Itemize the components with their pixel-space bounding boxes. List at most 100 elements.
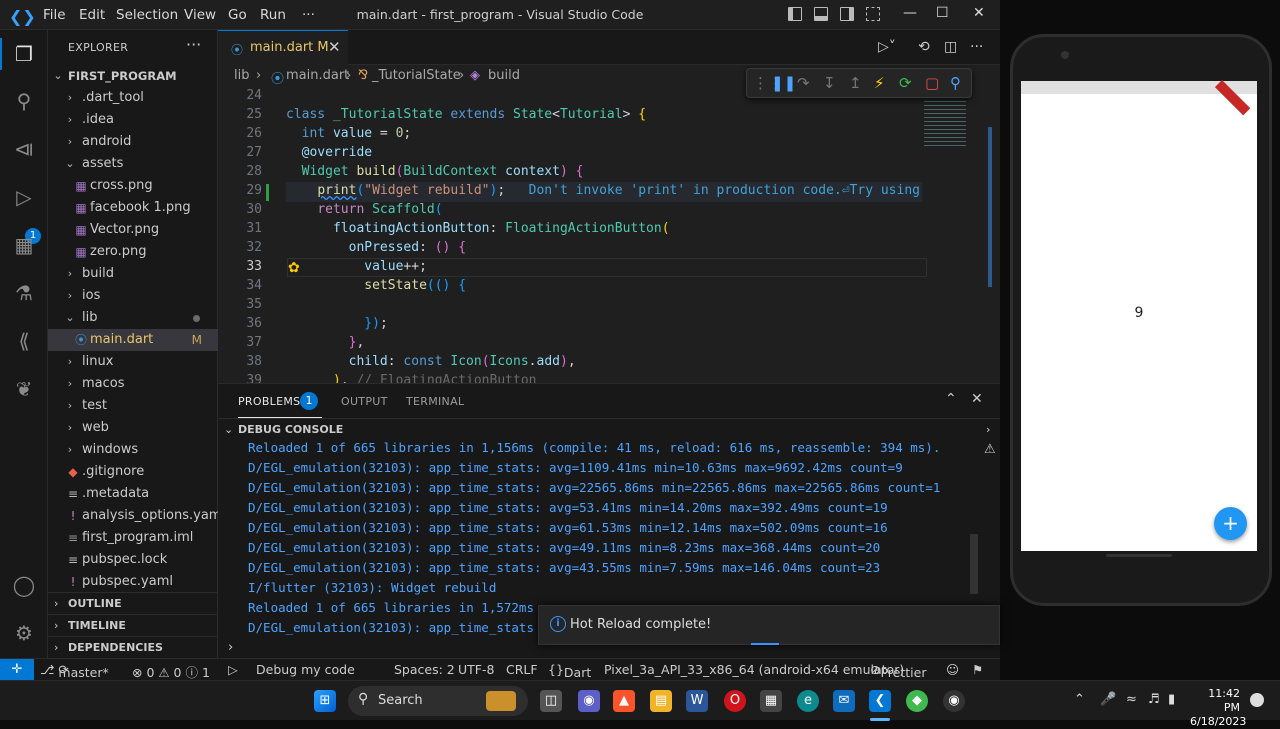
debug-console-header[interactable]: ⌄ DEBUG CONSOLE › [218,418,1000,440]
outline-section[interactable]: › OUTLINE [48,592,218,614]
tree-item[interactable]: ⌄ assets [48,153,218,175]
testing-icon[interactable]: ⚗ [11,280,37,306]
tree-item[interactable]: ◆ .gitignore [48,461,218,483]
run-file-icon[interactable]: ▷˅ [878,39,896,55]
run-debug-icon[interactable]: ▷ [11,184,37,210]
tree-item[interactable]: ▦ zero.png [48,241,218,263]
toggle-secondary-sidebar-icon[interactable] [840,7,854,21]
toggle-panel-icon[interactable] [814,7,828,21]
add-fab-button[interactable]: + [1214,507,1247,540]
tree-item[interactable]: ▦ facebook 1.png [48,197,218,219]
vscode-taskbar-icon[interactable]: ❮ [869,690,891,712]
step-out-icon[interactable]: ↥ [849,74,862,92]
crumb-main-dart[interactable]: main.dart [286,68,349,83]
store-icon[interactable]: ▦ [760,690,782,712]
dependencies-section[interactable]: › DEPENDENCIES [48,636,218,658]
prettier-status[interactable]: ⊘ Prettier [870,662,926,680]
project-root[interactable]: ⌄ FIRST_PROGRAM [48,65,218,87]
maximize-panel-icon[interactable]: ⌃ [945,391,957,407]
pause-icon[interactable]: ❚❚ [771,74,796,92]
code-editor[interactable]: 24 25 26 27 28 29 30 31 32 33 34 35 36 37 38 39 ✿ class… [218,87,1000,383]
windows-start-icon[interactable]: ⊞ [314,690,336,712]
minimize-icon[interactable]: — [903,5,917,21]
remote-indicator-icon[interactable]: ✛ [0,659,34,681]
console-scrollbar[interactable] [970,534,978,594]
devtools-icon[interactable]: ⚲ [950,74,961,92]
mongodb-leaf-icon[interactable]: ❦ [11,376,37,402]
line-endings[interactable]: CRLF [506,662,538,677]
tray-overflow-icon[interactable]: ⌃ [1074,692,1085,707]
branch-indicator[interactable]: ⎇ master* ⟳ [40,662,109,680]
microphone-icon[interactable]: 🎤 [1100,692,1116,707]
maximize-icon[interactable]: ☐ [936,5,949,21]
hot-reload-icon[interactable]: ⚡ [874,74,885,92]
split-editor-icon[interactable]: ◫ [944,39,957,55]
timeline-section[interactable]: › TIMELINE [48,614,218,636]
android-studio-icon[interactable]: ◆ [906,690,928,712]
notification-center-icon[interactable] [1250,693,1264,707]
brave-icon[interactable]: ▲ [613,690,635,712]
problems-indicator[interactable]: ⊗ 0 ⚠ 0 ⓘ 1 [132,662,210,681]
tree-item[interactable]: ⦿ main.dart M [48,329,218,351]
tab-problems[interactable]: PROBLEMS [238,395,300,408]
opera-icon[interactable]: O [724,690,746,712]
close-window-icon[interactable]: ✕ [973,5,985,21]
tab-terminal[interactable]: TERMINAL [406,395,464,408]
word-icon[interactable]: W [686,690,708,712]
tree-item[interactable]: ≡ .metadata [48,483,218,505]
task-view-icon[interactable]: ◫ [540,690,562,712]
tree-item[interactable]: ! pubspec.yaml [48,571,218,593]
mail-icon[interactable]: ✉ [833,690,855,712]
teams-icon[interactable]: ◉ [578,690,600,712]
source-control-icon[interactable]: ⧏ [11,136,37,162]
tree-item[interactable]: ▦ cross.png [48,175,218,197]
tree-item[interactable]: ≡ first_program.iml [48,527,218,549]
tab-main-dart[interactable]: ⦿ main.dart M ✕ [218,30,348,65]
accounts-icon[interactable]: ◯ [11,572,37,598]
tree-item[interactable]: › ios [48,285,218,307]
wifi-icon[interactable]: ≈ [1126,692,1137,707]
crumb-lib[interactable]: lib [234,68,249,83]
warning-filter-icon[interactable]: ⚠ [984,442,996,457]
flutter-icon[interactable]: ⟪ [11,328,37,354]
step-over-icon[interactable]: ↷ [797,74,810,92]
close-panel-icon[interactable]: ✕ [971,391,983,407]
explorer-icon[interactable]: ❐ [11,41,37,67]
tree-item[interactable]: › web [48,417,218,439]
battery-icon[interactable]: ▮ [1168,692,1175,707]
edge-icon[interactable]: e [797,690,819,712]
tree-item[interactable]: › .dart_tool [48,87,218,109]
step-into-icon[interactable]: ↧ [823,74,836,92]
volume-icon[interactable]: ♬ [1148,692,1160,707]
tab-output[interactable]: OUTPUT [341,395,388,408]
language-mode[interactable]: {} Dart [548,662,591,680]
file-explorer-icon[interactable]: ▤ [650,690,672,712]
encoding[interactable]: UTF-8 [458,662,494,677]
minimap[interactable] [924,97,966,147]
notifications-bell-icon[interactable]: ⚑ [972,662,983,677]
editor-more-icon[interactable]: ··· [970,39,983,55]
indentation[interactable]: Spaces: 2 [394,662,455,677]
crumb-class[interactable]: _TutorialState [372,68,461,83]
settings-gear-icon[interactable]: ⚙ [11,620,37,646]
explorer-more-icon[interactable]: ··· [186,35,201,54]
stop-icon[interactable]: ▢ [925,74,939,92]
obs-icon[interactable]: ◉ [943,690,965,712]
tree-item[interactable]: › test [48,395,218,417]
editor-scrollbar[interactable] [988,127,992,287]
tree-item[interactable]: ⌄ lib [48,307,218,329]
open-changes-icon[interactable]: ⟲ [918,39,930,55]
tree-item[interactable]: › linux [48,351,218,373]
close-tab-icon[interactable]: ✕ [328,38,341,56]
tree-item[interactable]: › android [48,131,218,153]
toggle-sidebar-icon[interactable] [788,7,802,21]
tree-item[interactable]: ! analysis_options.yaml [48,505,226,527]
taskbar-clock[interactable]: 11:42 PM 6/18/2023 [1190,687,1246,729]
device-selector[interactable]: Pixel_3a_API_33_x86_64 (android-x64 emul… [604,662,904,677]
debug-config-icon[interactable]: ▷ [228,662,238,677]
home-gesture-bar[interactable] [1106,554,1172,557]
tree-item[interactable]: ▦ Vector.png [48,219,218,241]
debug-config-label[interactable]: Debug my code [256,662,355,677]
tree-item[interactable]: ≡ pubspec.lock [48,549,218,571]
restart-icon[interactable]: ⟳ [899,74,912,92]
